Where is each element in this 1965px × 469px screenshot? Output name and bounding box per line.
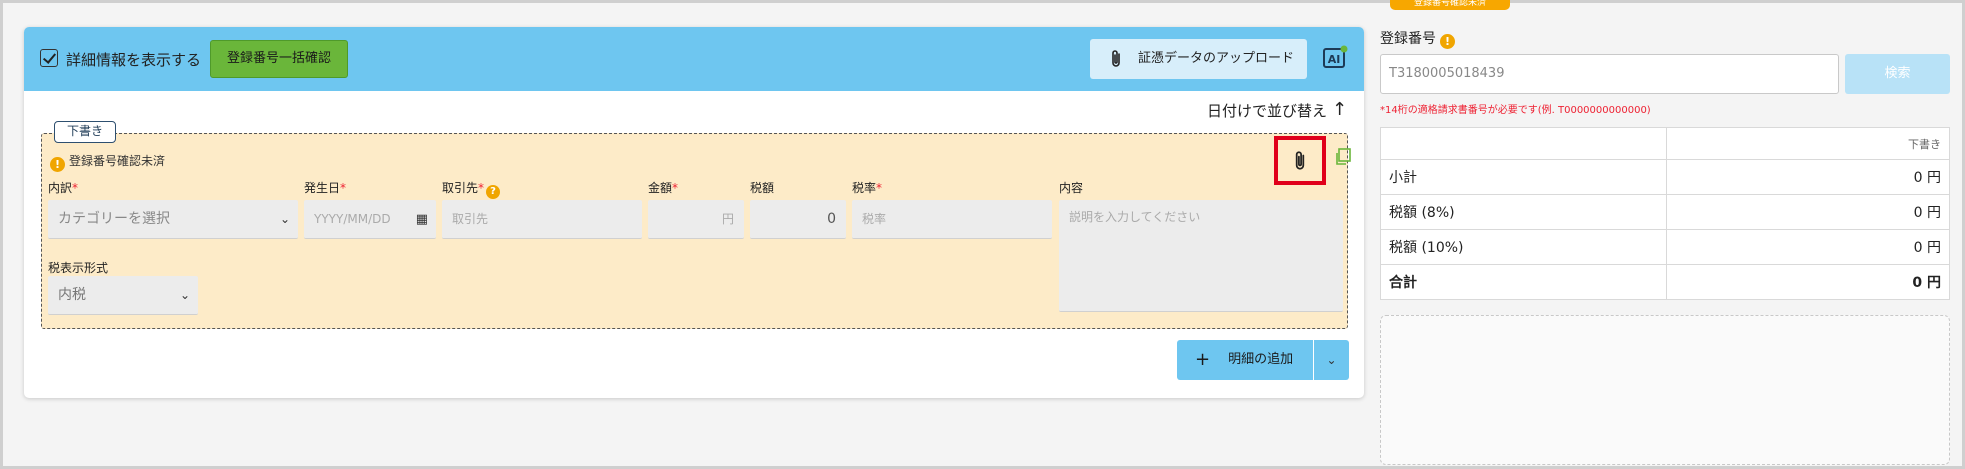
add-detail-button[interactable]: + 明細の追加 (1177, 340, 1313, 380)
paperclip-icon (1112, 50, 1120, 67)
add-detail-dropdown[interactable]: ⌄ (1314, 340, 1349, 380)
tax-display-label: 税表示形式 (48, 261, 109, 275)
status-text: ! 登録番号確認未済 (50, 152, 165, 172)
help-icon[interactable]: ? (486, 185, 501, 199)
category-select[interactable]: カテゴリーを選択 ⌄ (48, 200, 298, 239)
date-input[interactable]: YYYY/MM/DD ▦ (304, 200, 436, 239)
category-label: 内訳* (48, 181, 79, 195)
draft-item: ! 登録番号確認未済 内訳* 発生日* 取引先*? 金額* 税額 税率* 内容 カ… (41, 133, 1351, 329)
summary-row-tax10: 税額 (10%) 0 円 (1380, 229, 1950, 265)
summary-row-tax8: 税額 (8%) 0 円 (1380, 194, 1950, 230)
partner-input[interactable]: 取引先 (442, 200, 642, 239)
tax-rate-input[interactable]: 税率 (852, 200, 1052, 239)
draft-badge: 下書き (54, 121, 116, 143)
tax-input[interactable]: 0 (750, 200, 846, 239)
date-label: 発生日* (304, 181, 347, 195)
warning-icon[interactable]: ! (1440, 34, 1455, 49)
paperclip-icon (1295, 151, 1305, 170)
registration-number-input[interactable]: T3180005018439 (1380, 54, 1839, 94)
bulk-check-button[interactable]: 登録番号一括確認 (210, 40, 348, 78)
show-details-checkbox[interactable] (40, 49, 58, 67)
show-details-label: 詳細情報を表示する (66, 51, 202, 69)
summary-header-row: 下書き (1380, 127, 1950, 160)
summary-header-draft: 下書き (1666, 127, 1950, 160)
content-textarea[interactable]: 説明を入力してください (1059, 200, 1343, 312)
amount-label: 金額* (648, 181, 679, 195)
sort-by-date-label[interactable]: 日付けで並び替え (1207, 100, 1327, 121)
warning-icon: ! (50, 157, 65, 172)
registration-number-label: 登録番号! (1380, 28, 1455, 49)
tax-label: 税額 (750, 181, 775, 195)
ai-icon[interactable]: AI (1321, 44, 1349, 72)
tax-display-select[interactable]: 内税 ⌄ (48, 276, 198, 315)
upload-label: 証憑データのアップロード (1138, 51, 1295, 66)
chevron-down-icon: ⌄ (279, 212, 290, 226)
summary-row-total: 合計 0 円 (1380, 264, 1950, 300)
calendar-icon[interactable]: ▦ (416, 200, 428, 239)
summary-row-subtotal: 小計 0 円 (1380, 159, 1950, 195)
content-label: 内容 (1059, 181, 1084, 195)
card-header: 詳細情報を表示する 登録番号一括確認 証憑データのアップロード AI (24, 27, 1364, 91)
upload-evidence-button[interactable]: 証憑データのアップロード (1090, 39, 1307, 79)
partner-label: 取引先*? (442, 179, 501, 199)
attachment-button-highlight[interactable] (1274, 136, 1326, 185)
search-button[interactable]: 検索 (1845, 54, 1950, 94)
summary-table: 下書き 小計 0 円 税額 (8%) 0 円 税額 (10%) 0 円 合計 0… (1380, 127, 1950, 300)
ai-label: AI (1328, 53, 1341, 66)
plus-icon: + (1195, 349, 1211, 370)
file-dropzone[interactable] (1380, 315, 1950, 465)
chevron-down-icon: ⌄ (179, 288, 190, 302)
registration-hint: *14桁の適格請求書番号が必要です(例. T0000000000000) (1380, 105, 1651, 116)
expense-card: 詳細情報を表示する 登録番号一括確認 証憑データのアップロード AI 日付けで並… (24, 27, 1364, 398)
registration-tooltip: 登録番号確認未済 (1390, 0, 1510, 10)
chevron-down-icon: ⌄ (1326, 353, 1337, 367)
amount-input[interactable]: 円 (648, 200, 744, 239)
copy-icon[interactable] (1334, 148, 1352, 166)
tax-rate-label: 税率* (852, 181, 883, 195)
sort-arrow-icon[interactable]: ↑ (1332, 99, 1347, 120)
